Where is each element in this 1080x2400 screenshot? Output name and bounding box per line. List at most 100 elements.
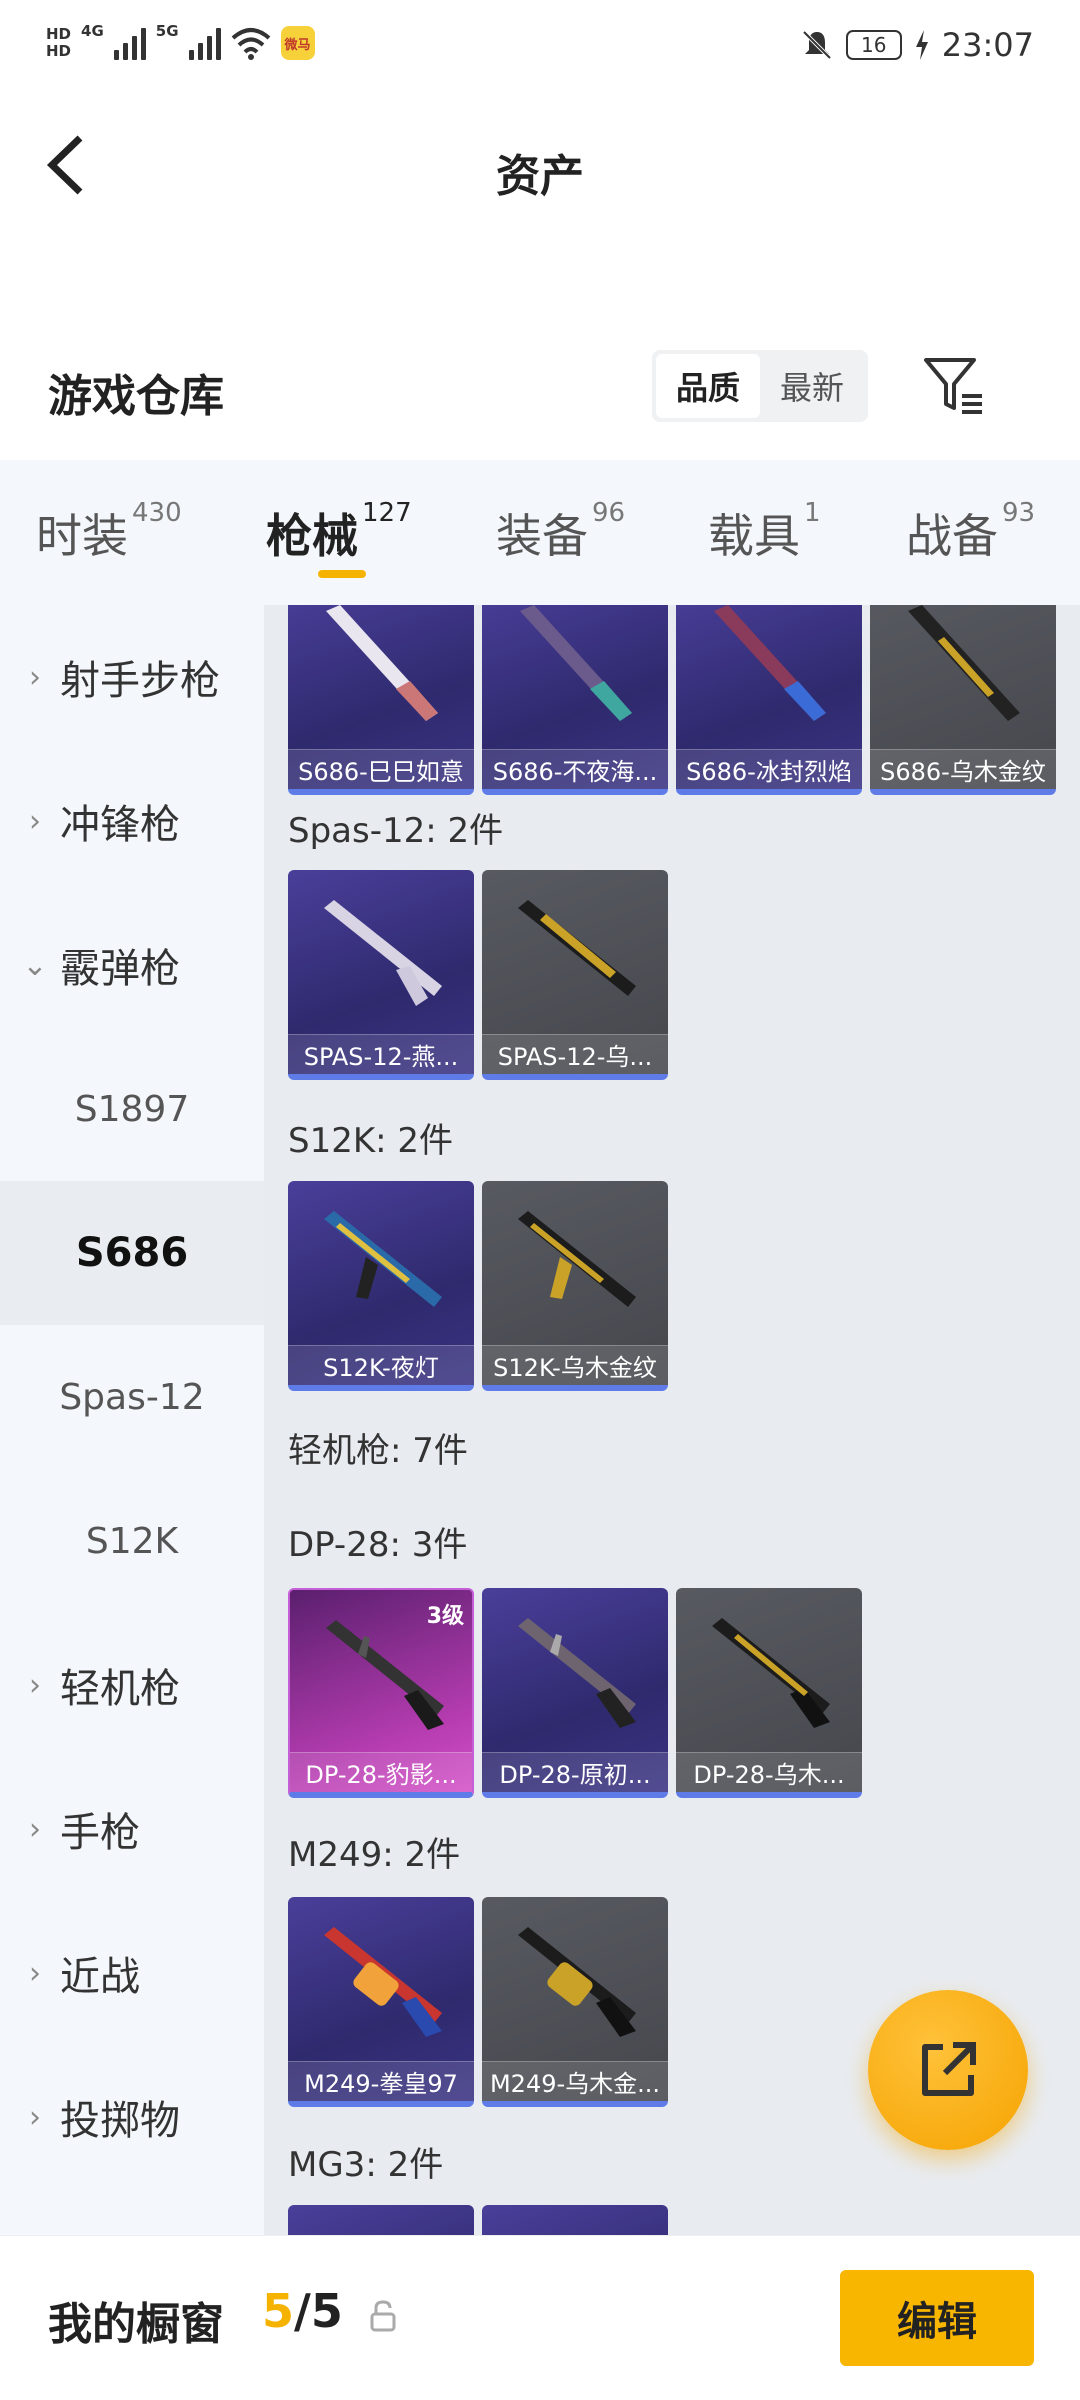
section-title-mg3: MG3: 2件	[288, 2145, 444, 2185]
signal-icon	[113, 26, 146, 60]
filter-icon[interactable]	[920, 354, 986, 420]
sidebar-item-label: 冲锋枪	[60, 802, 180, 848]
status-bar: HD HD 4G 5G 微马 16 23:07	[0, 0, 1080, 100]
showcase-label: 我的橱窗	[48, 2299, 224, 2350]
sort-latest-option[interactable]: 最新	[760, 354, 864, 418]
tab-equipment[interactable]: 装备 96	[496, 498, 626, 566]
tab-vehicles[interactable]: 载具 1	[708, 498, 821, 566]
item-name: DP-28-原初...	[482, 1752, 668, 1792]
sort-toggle: 品质 最新	[652, 350, 868, 422]
sidebar-item-shotgun[interactable]: ⌄ 霰弹枪	[0, 893, 264, 1037]
item-card[interactable]: 3级 DP-28-豹影...	[288, 1588, 474, 1798]
network-4g-label: 4G	[81, 22, 104, 40]
tab-guns-label: 枪械	[266, 509, 358, 563]
sidebar-item-lmg[interactable]: › 轻机枪	[0, 1613, 264, 1757]
item-card[interactable]: S12K-乌木金纹	[482, 1181, 668, 1391]
sidebar-item-melee[interactable]: › 近战	[0, 1901, 264, 2045]
item-name: M249-拳皇97	[288, 2061, 474, 2101]
chevron-right-icon: ›	[29, 659, 41, 695]
sidebar-subitem-s12k[interactable]: S12K	[0, 1469, 264, 1613]
section-title-spas12: Spas-12: 2件	[288, 811, 504, 851]
app-notification-icon: 微马	[280, 26, 315, 60]
item-card[interactable]: S686-不夜海...	[482, 605, 668, 795]
share-export-icon	[922, 2042, 976, 2096]
tab-vehicles-label: 载具	[708, 509, 800, 563]
gun-icon	[326, 1620, 444, 1730]
item-card[interactable]: M249-乌木金...	[482, 1897, 668, 2107]
item-card[interactable]: DP-28-原初...	[482, 1588, 668, 1798]
sidebar-item-smg[interactable]: › 冲锋枪	[0, 749, 264, 893]
item-card[interactable]	[288, 2205, 474, 2235]
item-name: SPAS-12-乌...	[482, 1034, 668, 1074]
chevron-right-icon: ›	[29, 2099, 41, 2135]
tab-equipment-count: 96	[592, 498, 626, 528]
hd2-text: HD	[46, 42, 72, 60]
gun-icon	[520, 605, 632, 721]
item-card[interactable]: S12K-夜灯	[288, 1181, 474, 1391]
sidebar-item-throwable[interactable]: › 投掷物	[0, 2045, 264, 2189]
wifi-icon	[231, 28, 270, 60]
sidebar-item-marksman-rifle[interactable]: › 射手步枪	[0, 605, 264, 749]
warehouse-title: 游戏仓库	[48, 371, 224, 422]
sidebar-item-label: 手枪	[60, 1810, 140, 1856]
sidebar-item-label: 轻机枪	[60, 1666, 180, 1712]
showcase-current: 5	[262, 2284, 295, 2338]
gun-icon	[714, 605, 826, 721]
gun-icon	[324, 1211, 442, 1307]
sidebar-item-label: 近战	[60, 1954, 140, 2000]
item-name: S686-巳巳如意	[288, 749, 474, 789]
item-card[interactable]: S686-乌木金纹	[870, 605, 1056, 795]
edit-button[interactable]: 编辑	[840, 2270, 1034, 2366]
item-card[interactable]	[482, 2205, 668, 2235]
battery-icon: 16	[845, 30, 902, 60]
gun-icon	[908, 605, 1020, 721]
tab-guns-count: 127	[362, 498, 412, 528]
item-card[interactable]: DP-28-乌木...	[676, 1588, 862, 1798]
status-right: 16 23:07	[800, 26, 1034, 64]
item-card[interactable]: SPAS-12-乌...	[482, 870, 668, 1080]
sidebar-subitem-s1897[interactable]: S1897	[0, 1037, 264, 1181]
tab-supplies-count: 93	[1002, 498, 1036, 528]
gun-icon	[712, 1618, 830, 1728]
showcase-separator: /	[294, 2284, 311, 2338]
header: 资产	[0, 100, 1080, 240]
item-card[interactable]: SPAS-12-燕...	[288, 870, 474, 1080]
chevron-right-icon: ›	[29, 803, 41, 839]
item-name: DP-28-乌木...	[676, 1752, 862, 1792]
sort-quality-option[interactable]: 品质	[656, 354, 760, 418]
gun-icon	[518, 1211, 636, 1307]
item-card[interactable]: M249-拳皇97	[288, 1897, 474, 2107]
signal-icon-2	[188, 26, 221, 60]
share-button[interactable]	[868, 1990, 1028, 2150]
gun-icon	[518, 1618, 636, 1728]
sidebar-item-label: 霰弹枪	[60, 946, 180, 992]
mute-bell-icon	[802, 30, 832, 60]
item-name: S12K-乌木金纹	[482, 1345, 668, 1385]
sidebar-item-label: 射手步枪	[60, 658, 220, 704]
page-title: 资产	[496, 151, 584, 202]
chevron-right-icon: ›	[29, 1955, 41, 1991]
tab-fashion-count: 430	[132, 498, 182, 528]
sidebar-subitem-spas12[interactable]: Spas-12	[0, 1325, 264, 1469]
tab-fashion[interactable]: 时装 430	[36, 498, 182, 566]
tab-guns[interactable]: 枪械 127	[266, 498, 412, 566]
gun-icon	[326, 605, 438, 721]
charging-icon	[915, 30, 928, 60]
item-name: SPAS-12-燕...	[288, 1034, 474, 1074]
item-name: S686-乌木金纹	[870, 749, 1056, 789]
gun-icon	[324, 1927, 442, 2037]
gun-icon	[518, 900, 636, 996]
tab-supplies[interactable]: 战备 93	[906, 498, 1036, 566]
sidebar-item-pistol[interactable]: › 手枪	[0, 1757, 264, 1901]
sidebar-subitem-s686[interactable]: S686	[0, 1181, 264, 1325]
lock-icon	[370, 2300, 396, 2332]
section-title-s12k: S12K: 2件	[288, 1121, 454, 1161]
hd1-text: HD	[46, 25, 72, 43]
item-card[interactable]: S686-冰封烈焰	[676, 605, 862, 795]
item-card[interactable]: S686-巳巳如意	[288, 605, 474, 795]
status-left: HD HD 4G 5G 微马	[46, 22, 315, 60]
chevron-right-icon: ›	[29, 1667, 41, 1703]
tab-equipment-label: 装备	[496, 509, 588, 563]
item-name: S12K-夜灯	[288, 1345, 474, 1385]
gun-icon	[518, 1927, 636, 2037]
